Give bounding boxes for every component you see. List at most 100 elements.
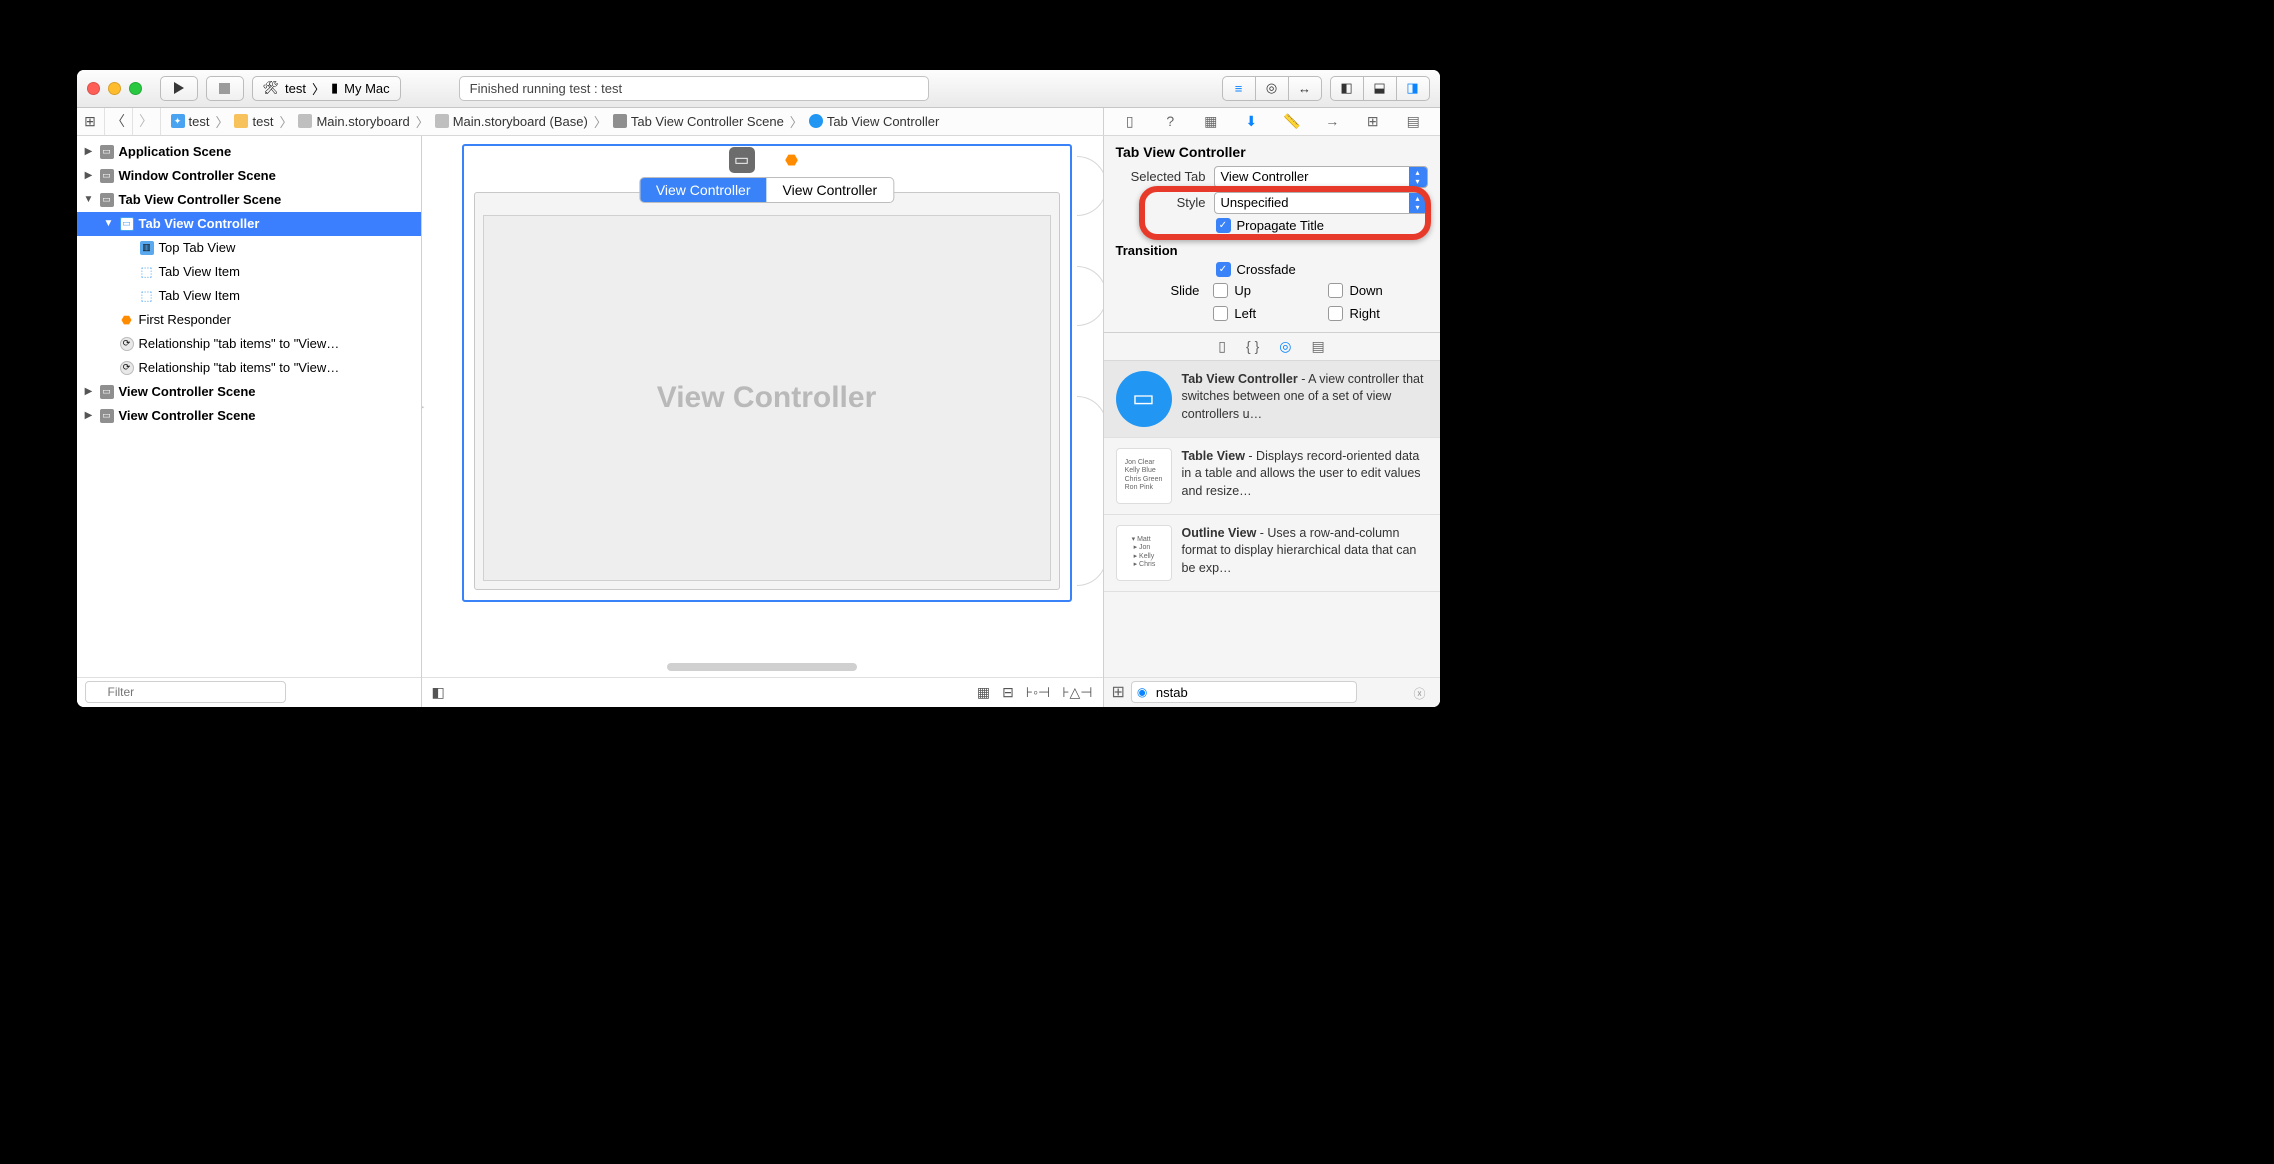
style-popup[interactable]: Unspecified▴▾ — [1214, 192, 1428, 214]
quick-help-tab[interactable]: ? — [1157, 110, 1183, 132]
disclosure-triangle-icon[interactable]: ▶ — [83, 146, 95, 157]
transition-section-title: Transition — [1116, 243, 1428, 258]
zoom-window-button[interactable] — [129, 82, 142, 95]
slide-right-checkbox[interactable] — [1328, 306, 1343, 321]
library-item[interactable]: Jon ClearKelly BlueChris GreenRon PinkTa… — [1104, 438, 1440, 515]
outline-row[interactable]: ▶▭Application Scene — [77, 140, 421, 164]
connections-inspector-tab[interactable]: → — [1319, 110, 1345, 132]
disclosure-triangle-icon[interactable]: ▼ — [83, 194, 95, 205]
size-inspector-tab[interactable]: 📏 — [1279, 110, 1305, 132]
library-item[interactable]: ▭Tab View Controller - A view controller… — [1104, 361, 1440, 438]
outline-row[interactable]: ⟳Relationship "tab items" to "View… — [77, 332, 421, 356]
outline-filter-input[interactable] — [85, 681, 286, 703]
outline-collapse-handle[interactable]: ▶ — [422, 393, 425, 419]
minimize-window-button[interactable] — [108, 82, 121, 95]
canvas-tab-1[interactable]: View Controller — [640, 178, 767, 202]
chevron-right-icon: 〉 — [312, 79, 325, 98]
identity-inspector-tab[interactable]: ▦ — [1198, 110, 1224, 132]
library-item-text: Table View - Displays record-oriented da… — [1182, 448, 1428, 504]
bindings-inspector-tab[interactable]: ⊞ — [1360, 110, 1386, 132]
status-text: Finished running test : test — [470, 81, 622, 96]
outline-row[interactable]: ▶▭Window Controller Scene — [77, 164, 421, 188]
slide-left-label: Left — [1234, 306, 1256, 321]
related-items-button[interactable]: ⊞ — [77, 108, 105, 135]
media-library-tab[interactable]: ▤ — [1311, 338, 1324, 355]
pin-button[interactable]: ⊦△⊣ — [1062, 684, 1092, 701]
outline-item-label: Tab View Controller — [139, 216, 260, 231]
outline-row[interactable]: ▼▭Tab View Controller — [77, 212, 421, 236]
outline-row[interactable]: ▥Top Tab View — [77, 236, 421, 260]
disclosure-triangle-icon[interactable]: ▶ — [83, 170, 95, 181]
crumb-label: Main.storyboard — [316, 114, 409, 129]
embed-in-button[interactable]: ⊟ — [1002, 684, 1014, 701]
close-window-button[interactable] — [87, 82, 100, 95]
disclosure-triangle-icon[interactable]: ▼ — [103, 218, 115, 229]
canvas-area: ▭ ⬣ View Controller View Controller View… — [422, 136, 1103, 707]
toggle-inspector-button[interactable]: ◨ — [1396, 76, 1430, 101]
clear-search-button[interactable]: ⓧ — [1413, 685, 1425, 702]
update-frames-button[interactable]: ▦ — [977, 684, 990, 701]
toggle-debug-area-button[interactable]: ⬓ — [1363, 76, 1397, 101]
assistant-editor-button[interactable]: ◎ — [1255, 76, 1289, 101]
effects-inspector-tab[interactable]: ▤ — [1400, 110, 1426, 132]
version-editor-button[interactable]: ↔ — [1288, 76, 1322, 101]
horizontal-scrollbar[interactable] — [667, 663, 857, 671]
viewcontroller-icon[interactable]: ▭ — [729, 147, 755, 173]
scheme-selector[interactable]: 🛠 test 〉 ▮ My Mac — [252, 76, 401, 101]
canvas-tab-2[interactable]: View Controller — [767, 178, 894, 202]
selected-tab-popup[interactable]: View Controller▴▾ — [1214, 166, 1428, 188]
code-snippet-library-tab[interactable]: { } — [1246, 338, 1259, 354]
first-responder-icon[interactable]: ⬣ — [779, 147, 805, 173]
file-template-library-tab[interactable]: ▯ — [1218, 338, 1226, 355]
outline-tree[interactable]: ▶▭Application Scene▶▭Window Controller S… — [77, 136, 421, 677]
library-item-list[interactable]: ▭Tab View Controller - A view controller… — [1104, 361, 1440, 677]
outline-item-label: Tab View Item — [159, 264, 240, 279]
search-scope-icon[interactable]: ◉ — [1137, 685, 1147, 699]
outline-row[interactable]: ⬚Tab View Item — [77, 284, 421, 308]
propagate-title-checkbox[interactable]: ✓ — [1216, 218, 1231, 233]
object-library-tab[interactable]: ◎ — [1279, 338, 1291, 355]
disclosure-triangle-icon[interactable]: ▶ — [83, 410, 95, 421]
scene-connector — [1077, 156, 1103, 216]
slide-up-checkbox[interactable] — [1213, 283, 1228, 298]
storyboard-icon — [298, 114, 312, 128]
xcode-window: 🛠 test 〉 ▮ My Mac Finished running test … — [77, 70, 1440, 707]
stop-button[interactable] — [206, 76, 244, 101]
file-inspector-tab[interactable]: ▯ — [1117, 110, 1143, 132]
toggle-navigator-button[interactable]: ◧ — [1330, 76, 1364, 101]
crossfade-checkbox[interactable]: ✓ — [1216, 262, 1231, 277]
nav-back-button[interactable]: 〈 — [105, 108, 133, 135]
library-search-input[interactable] — [1131, 681, 1357, 703]
breadcrumb[interactable]: ✦test〉 test〉 Main.storyboard〉 Main.story… — [161, 108, 1103, 135]
toggle-outline-button[interactable]: ◧ — [432, 684, 445, 701]
nav-forward-button[interactable]: 〉 — [133, 108, 161, 135]
outline-row[interactable]: ⬣First Responder — [77, 308, 421, 332]
storyboard-canvas[interactable]: ▭ ⬣ View Controller View Controller View… — [422, 136, 1103, 677]
outline-row[interactable]: ▶▭View Controller Scene — [77, 380, 421, 404]
outline-row[interactable]: ⟳Relationship "tab items" to "View… — [77, 356, 421, 380]
hammer-icon: 🛠 — [263, 80, 280, 96]
inspector-section-title: Tab View Controller — [1116, 144, 1428, 160]
scheme-destination: My Mac — [344, 81, 390, 96]
library-item-icon: Jon ClearKelly BlueChris GreenRon Pink — [1116, 448, 1172, 504]
outline-item-label: View Controller Scene — [119, 384, 256, 399]
slide-left-checkbox[interactable] — [1213, 306, 1228, 321]
folder-icon — [234, 114, 248, 128]
align-button[interactable]: ⊦◦⊣ — [1026, 684, 1050, 701]
selected-tab-label: Selected Tab — [1116, 169, 1206, 184]
outline-row[interactable]: ▶▭View Controller Scene — [77, 404, 421, 428]
tab-view-controller-scene[interactable]: ▭ ⬣ View Controller View Controller View… — [462, 144, 1072, 602]
run-button[interactable] — [160, 76, 198, 101]
outline-item-icon: ⬚ — [139, 264, 155, 280]
outline-row[interactable]: ⬚ Tab View Item — [77, 260, 421, 284]
object-library: ▯ { } ◎ ▤ ▭Tab View Controller - A view … — [1104, 332, 1440, 707]
stepper-icon: ▴▾ — [1409, 193, 1427, 213]
attributes-inspector-tab[interactable]: ⬇ — [1238, 110, 1264, 132]
library-item[interactable]: ▾ Matt ▸ Jon ▸ Kelly ▸ ChrisOutline View… — [1104, 515, 1440, 592]
standard-editor-button[interactable]: ≡ — [1222, 76, 1256, 101]
outline-item-icon: ⟳ — [119, 336, 135, 352]
outline-row[interactable]: ▼▭Tab View Controller Scene — [77, 188, 421, 212]
grid-view-button[interactable]: ⊞ — [1112, 682, 1125, 702]
slide-down-checkbox[interactable] — [1328, 283, 1343, 298]
disclosure-triangle-icon[interactable]: ▶ — [83, 386, 95, 397]
